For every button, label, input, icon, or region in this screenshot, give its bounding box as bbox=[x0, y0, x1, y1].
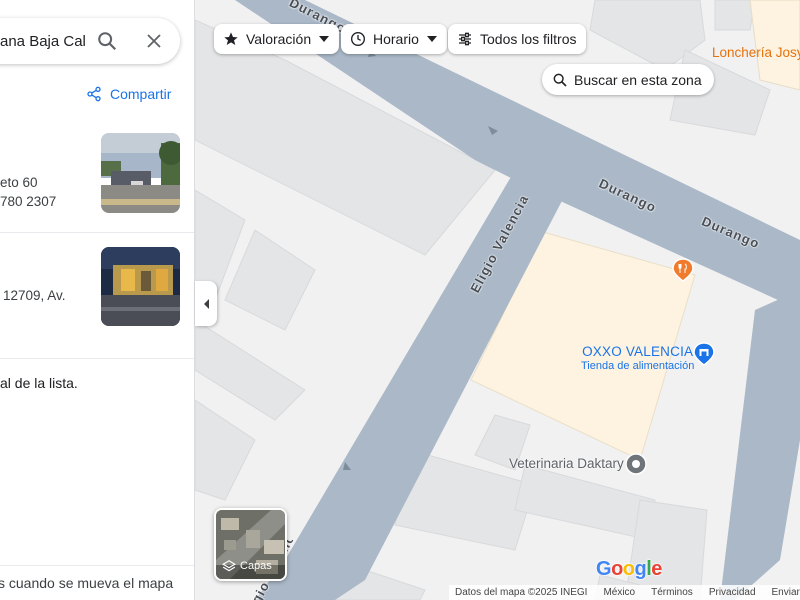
caret-down-icon bbox=[426, 36, 437, 42]
panel-bottom-divider bbox=[0, 565, 194, 566]
poi-loncheria-josy[interactable]: Lonchería Josy bbox=[712, 45, 800, 60]
restaurant-icon bbox=[672, 258, 694, 282]
collapse-panel-button[interactable] bbox=[195, 281, 217, 326]
search-icon bbox=[552, 72, 568, 88]
clear-search-button[interactable] bbox=[142, 29, 166, 53]
shop-marker[interactable] bbox=[693, 342, 715, 371]
result-item[interactable]: 12709, Av. bbox=[0, 233, 194, 358]
place-pin-icon bbox=[625, 453, 647, 475]
rating-filter-chip[interactable]: Valoración bbox=[214, 24, 340, 54]
result-phone: 780 2307 bbox=[0, 194, 57, 209]
poi-oxxo-category: Tienda de alimentación bbox=[581, 360, 695, 372]
result-address: 12709, Av. bbox=[3, 288, 66, 303]
layers-button[interactable]: Capas bbox=[214, 508, 287, 581]
poi-oxxo-valencia[interactable]: OXXO VALENCIA Tienda de alimentación bbox=[581, 344, 694, 372]
privacy-link[interactable]: Privacidad bbox=[709, 587, 756, 598]
poi-oxxo-name: OXXO VALENCIA bbox=[582, 344, 694, 359]
share-button[interactable]: Compartir bbox=[86, 86, 171, 102]
country-link[interactable]: México bbox=[603, 587, 635, 598]
all-filters-chip[interactable]: Todos los filtros bbox=[448, 24, 587, 54]
layers-icon bbox=[222, 560, 236, 572]
search-button[interactable] bbox=[95, 29, 119, 53]
result-address: eto 60 bbox=[0, 175, 38, 190]
restaurant-marker[interactable] bbox=[672, 258, 694, 287]
list-end-message: al de la lista. bbox=[0, 375, 78, 391]
chevron-left-icon bbox=[204, 298, 209, 309]
hours-filter-chip[interactable]: Horario bbox=[341, 24, 447, 54]
poi-veterinaria-daktary[interactable]: Veterinaria Daktary bbox=[509, 456, 624, 471]
search-this-area-button[interactable]: Buscar en esta zona bbox=[542, 64, 714, 95]
shopping-bag-icon bbox=[693, 342, 715, 366]
tune-icon bbox=[456, 30, 474, 48]
caret-down-icon bbox=[319, 36, 330, 42]
hours-filter-label: Horario bbox=[373, 31, 419, 47]
layers-label: Capas bbox=[240, 560, 272, 572]
share-label: Compartir bbox=[110, 86, 172, 102]
result-photo[interactable] bbox=[101, 247, 180, 326]
search-box[interactable]: ana Baja Cal bbox=[0, 18, 180, 64]
search-input[interactable]: ana Baja Cal bbox=[0, 33, 86, 50]
result-photo-image bbox=[101, 247, 180, 326]
map-data-attribution: Datos del mapa ©2025 INEGI bbox=[455, 587, 588, 598]
map-footer: Datos del mapa ©2025 INEGI México Términ… bbox=[449, 585, 800, 600]
result-divider bbox=[0, 358, 194, 359]
star-icon bbox=[222, 30, 240, 48]
clock-icon bbox=[349, 30, 367, 48]
close-icon bbox=[147, 34, 161, 48]
layers-label-wrap: Capas bbox=[222, 559, 272, 573]
result-photo[interactable] bbox=[101, 133, 180, 213]
veterinary-marker[interactable] bbox=[625, 453, 647, 480]
terms-link[interactable]: Términos bbox=[651, 587, 693, 598]
search-this-area-label: Buscar en esta zona bbox=[574, 71, 702, 88]
results-panel: ana Baja Cal Compartir eto 60 780 2307 1… bbox=[0, 0, 195, 600]
share-icon bbox=[87, 86, 101, 102]
result-photo-image bbox=[101, 133, 180, 213]
rating-filter-label: Valoración bbox=[246, 31, 312, 47]
google-logo: Google bbox=[596, 558, 662, 580]
all-filters-label: Todos los filtros bbox=[480, 31, 577, 47]
update-on-move-note[interactable]: s cuando se mueva el mapa bbox=[0, 575, 173, 591]
search-icon bbox=[98, 32, 117, 51]
feedback-link[interactable]: Enviar comentarios bbox=[772, 587, 800, 598]
result-item[interactable]: eto 60 780 2307 bbox=[0, 120, 194, 232]
